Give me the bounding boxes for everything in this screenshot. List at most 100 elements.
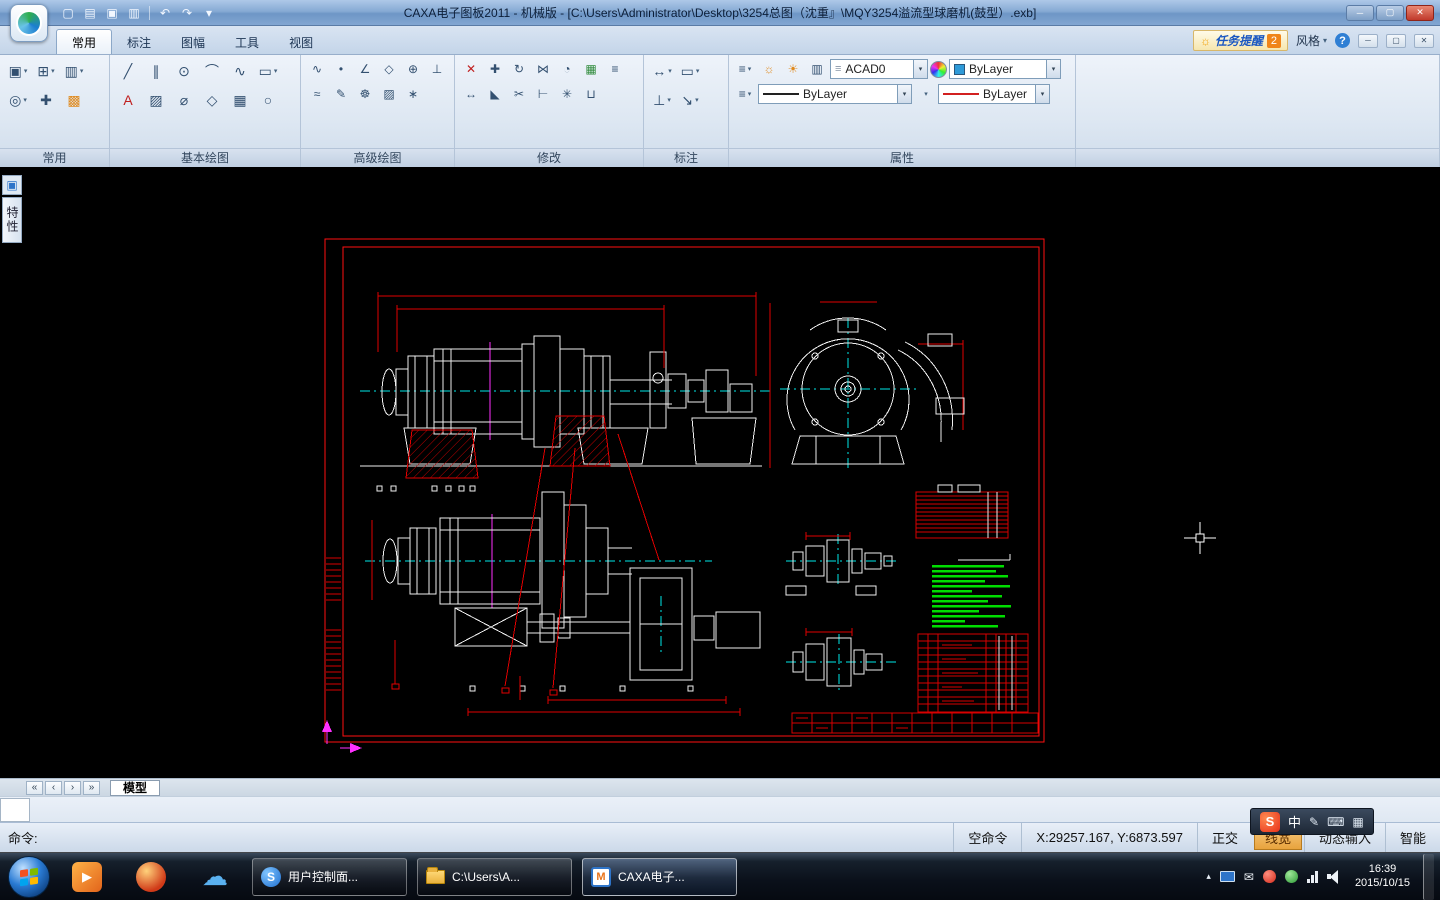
section-hatch-button[interactable]: ▨ <box>378 83 400 105</box>
undo-button[interactable]: ↶ <box>155 4 175 22</box>
help-button[interactable]: ? <box>1335 33 1350 48</box>
taskbar-button-user-control-panel[interactable]: S 用户控制面... <box>252 857 407 896</box>
layer-combobox[interactable]: ≡ ACAD0 ▾ <box>830 59 928 79</box>
next-sheet-button[interactable]: › <box>64 780 81 795</box>
trim-button[interactable]: ✂ <box>508 83 530 105</box>
hatch-button[interactable]: ▨ <box>143 87 169 113</box>
print-button[interactable]: ▥ <box>124 4 144 22</box>
line-button[interactable]: ╱ <box>115 58 141 84</box>
redo-button[interactable]: ↷ <box>177 4 197 22</box>
zoom-button[interactable]: ◎ <box>5 87 31 113</box>
ime-toolbox-icon[interactable]: ▦ <box>1352 815 1363 829</box>
ime-keyboard-icon[interactable]: ⌨ <box>1327 815 1344 829</box>
hidden-icons-button[interactable]: ▴ <box>1206 871 1211 882</box>
polygon-button[interactable]: ◇ <box>199 87 225 113</box>
center-mark-button[interactable]: ⊕ <box>402 58 424 80</box>
smart-snap-toggle[interactable]: 智能 <box>1384 823 1440 852</box>
linetype-combo-caret[interactable]: ▾ <box>897 85 911 103</box>
mirror-button[interactable]: ⋈ <box>532 58 554 80</box>
pan-button[interactable]: ✚ <box>33 87 59 113</box>
copy-button[interactable]: ⊞ <box>33 58 59 84</box>
network-tray-icon[interactable] <box>1306 870 1318 883</box>
color-wheel-icon[interactable] <box>930 60 947 78</box>
last-sheet-button[interactable]: » <box>83 780 100 795</box>
first-sheet-button[interactable]: « <box>26 780 43 795</box>
color-combo-caret[interactable]: ▾ <box>1046 60 1060 78</box>
extend-button[interactable]: ⊢ <box>532 83 554 105</box>
clock[interactable]: 16:39 2015/10/15 <box>1355 863 1410 891</box>
prev-sheet-button[interactable]: ‹ <box>45 780 62 795</box>
task-reminder-button[interactable]: ☼ 任务提醒 2 <box>1192 30 1288 51</box>
new-file-button[interactable]: ▢ <box>58 4 78 22</box>
browser-taskbar-icon[interactable] <box>136 861 166 892</box>
dimension-button[interactable]: ↔ <box>649 58 675 84</box>
angle-line-button[interactable]: ∠ <box>354 58 376 80</box>
open-file-button[interactable]: ▤ <box>80 4 100 22</box>
explode-button[interactable]: ✳ <box>556 83 578 105</box>
scale-button[interactable]: ◔ <box>556 58 578 80</box>
palette-tab-properties[interactable]: 特性 <box>2 197 22 243</box>
tab-annotate[interactable]: 标注 <box>112 30 166 54</box>
perpendicular-button[interactable]: ⊥ <box>426 58 448 80</box>
rectangle-button[interactable]: ▭ <box>255 58 281 84</box>
drawing-canvas[interactable]: ▣ 特性 <box>0 167 1440 778</box>
text-button[interactable]: A <box>115 87 141 113</box>
qat-overflow-button[interactable]: ▾ <box>199 4 219 22</box>
start-button[interactable] <box>8 855 50 898</box>
volume-tray-icon[interactable] <box>1326 870 1342 884</box>
spline-button[interactable]: ∿ <box>306 58 328 80</box>
rotate-button[interactable]: ↻ <box>508 58 530 80</box>
axis-button[interactable]: ∗ <box>402 83 424 105</box>
sogou-input-icon[interactable]: S <box>1260 811 1280 832</box>
layer-combo-caret[interactable]: ▾ <box>913 60 927 78</box>
stretch-button[interactable]: ↔ <box>460 83 482 105</box>
paste-button[interactable]: ▣ <box>5 58 31 84</box>
media-player-taskbar-icon[interactable]: ▶ <box>72 861 102 892</box>
security-green-tray-icon[interactable] <box>1284 870 1298 883</box>
close-button[interactable]: ✕ <box>1406 4 1434 21</box>
save-file-button[interactable]: ▣ <box>102 4 122 22</box>
display-tray-icon[interactable] <box>1219 871 1235 882</box>
ellipse-button[interactable]: ○ <box>255 87 281 113</box>
layer-plot-button[interactable]: ▥ <box>806 58 828 80</box>
ortho-toggle[interactable]: 正交 <box>1196 823 1252 852</box>
point-button[interactable]: • <box>330 58 352 80</box>
lineweight-combobox[interactable]: ByLayer ▾ <box>938 84 1050 104</box>
tab-view[interactable]: 视图 <box>274 30 328 54</box>
command-prompt[interactable]: 命令: <box>0 828 38 847</box>
display-control-button[interactable]: ▩ <box>61 87 87 113</box>
taskbar-button-caxa[interactable]: M CAXA电子... <box>582 857 737 896</box>
leader-button[interactable]: ↘ <box>677 87 703 113</box>
gear-button[interactable]: ☸ <box>354 83 376 105</box>
security-red-tray-icon[interactable] <box>1262 870 1276 883</box>
palette-image-icon[interactable]: ▣ <box>2 175 22 195</box>
grid-button[interactable]: ▦ <box>227 87 253 113</box>
lineweight-combo-caret[interactable]: ▾ <box>1035 85 1049 103</box>
curve-button[interactable]: ∿ <box>227 58 253 84</box>
polygon2-button[interactable]: ◇ <box>378 58 400 80</box>
model-tab[interactable]: 模型 <box>110 779 161 796</box>
ime-pen-icon[interactable]: ✎ <box>1309 815 1319 829</box>
array-button[interactable]: ▦ <box>580 58 602 80</box>
tab-tools[interactable]: 工具 <box>220 30 274 54</box>
minimize-button[interactable]: ─ <box>1346 4 1374 21</box>
color-combobox[interactable]: ByLayer ▾ <box>949 59 1061 79</box>
format-painter-button[interactable]: ▥ <box>61 58 87 84</box>
frame-button[interactable]: ▭ <box>677 58 703 84</box>
layer-freeze-button[interactable]: ☀ <box>782 58 804 80</box>
parallel-line-button[interactable]: ∥ <box>143 58 169 84</box>
mdi-restore-button[interactable]: ▢ <box>1386 33 1406 48</box>
mdi-minimize-button[interactable]: ─ <box>1358 33 1378 48</box>
datum-button[interactable]: ⊥ <box>649 87 675 113</box>
maximize-button[interactable]: ▢ <box>1376 4 1404 21</box>
join-button[interactable]: ⊔ <box>580 83 602 105</box>
toolbar-grip[interactable] <box>0 798 30 822</box>
circle-button[interactable]: ⊙ <box>171 58 197 84</box>
mdi-close-button[interactable]: ✕ <box>1414 33 1434 48</box>
layer-on-off-button[interactable]: ☼ <box>758 58 780 80</box>
linetype-button[interactable]: ≡ <box>734 83 756 105</box>
tab-common[interactable]: 常用 <box>56 29 113 54</box>
caxa-application-menu-button[interactable] <box>10 4 48 42</box>
offset-button[interactable]: ≡ <box>604 58 626 80</box>
taskbar-button-explorer[interactable]: C:\Users\A... <box>417 857 572 896</box>
